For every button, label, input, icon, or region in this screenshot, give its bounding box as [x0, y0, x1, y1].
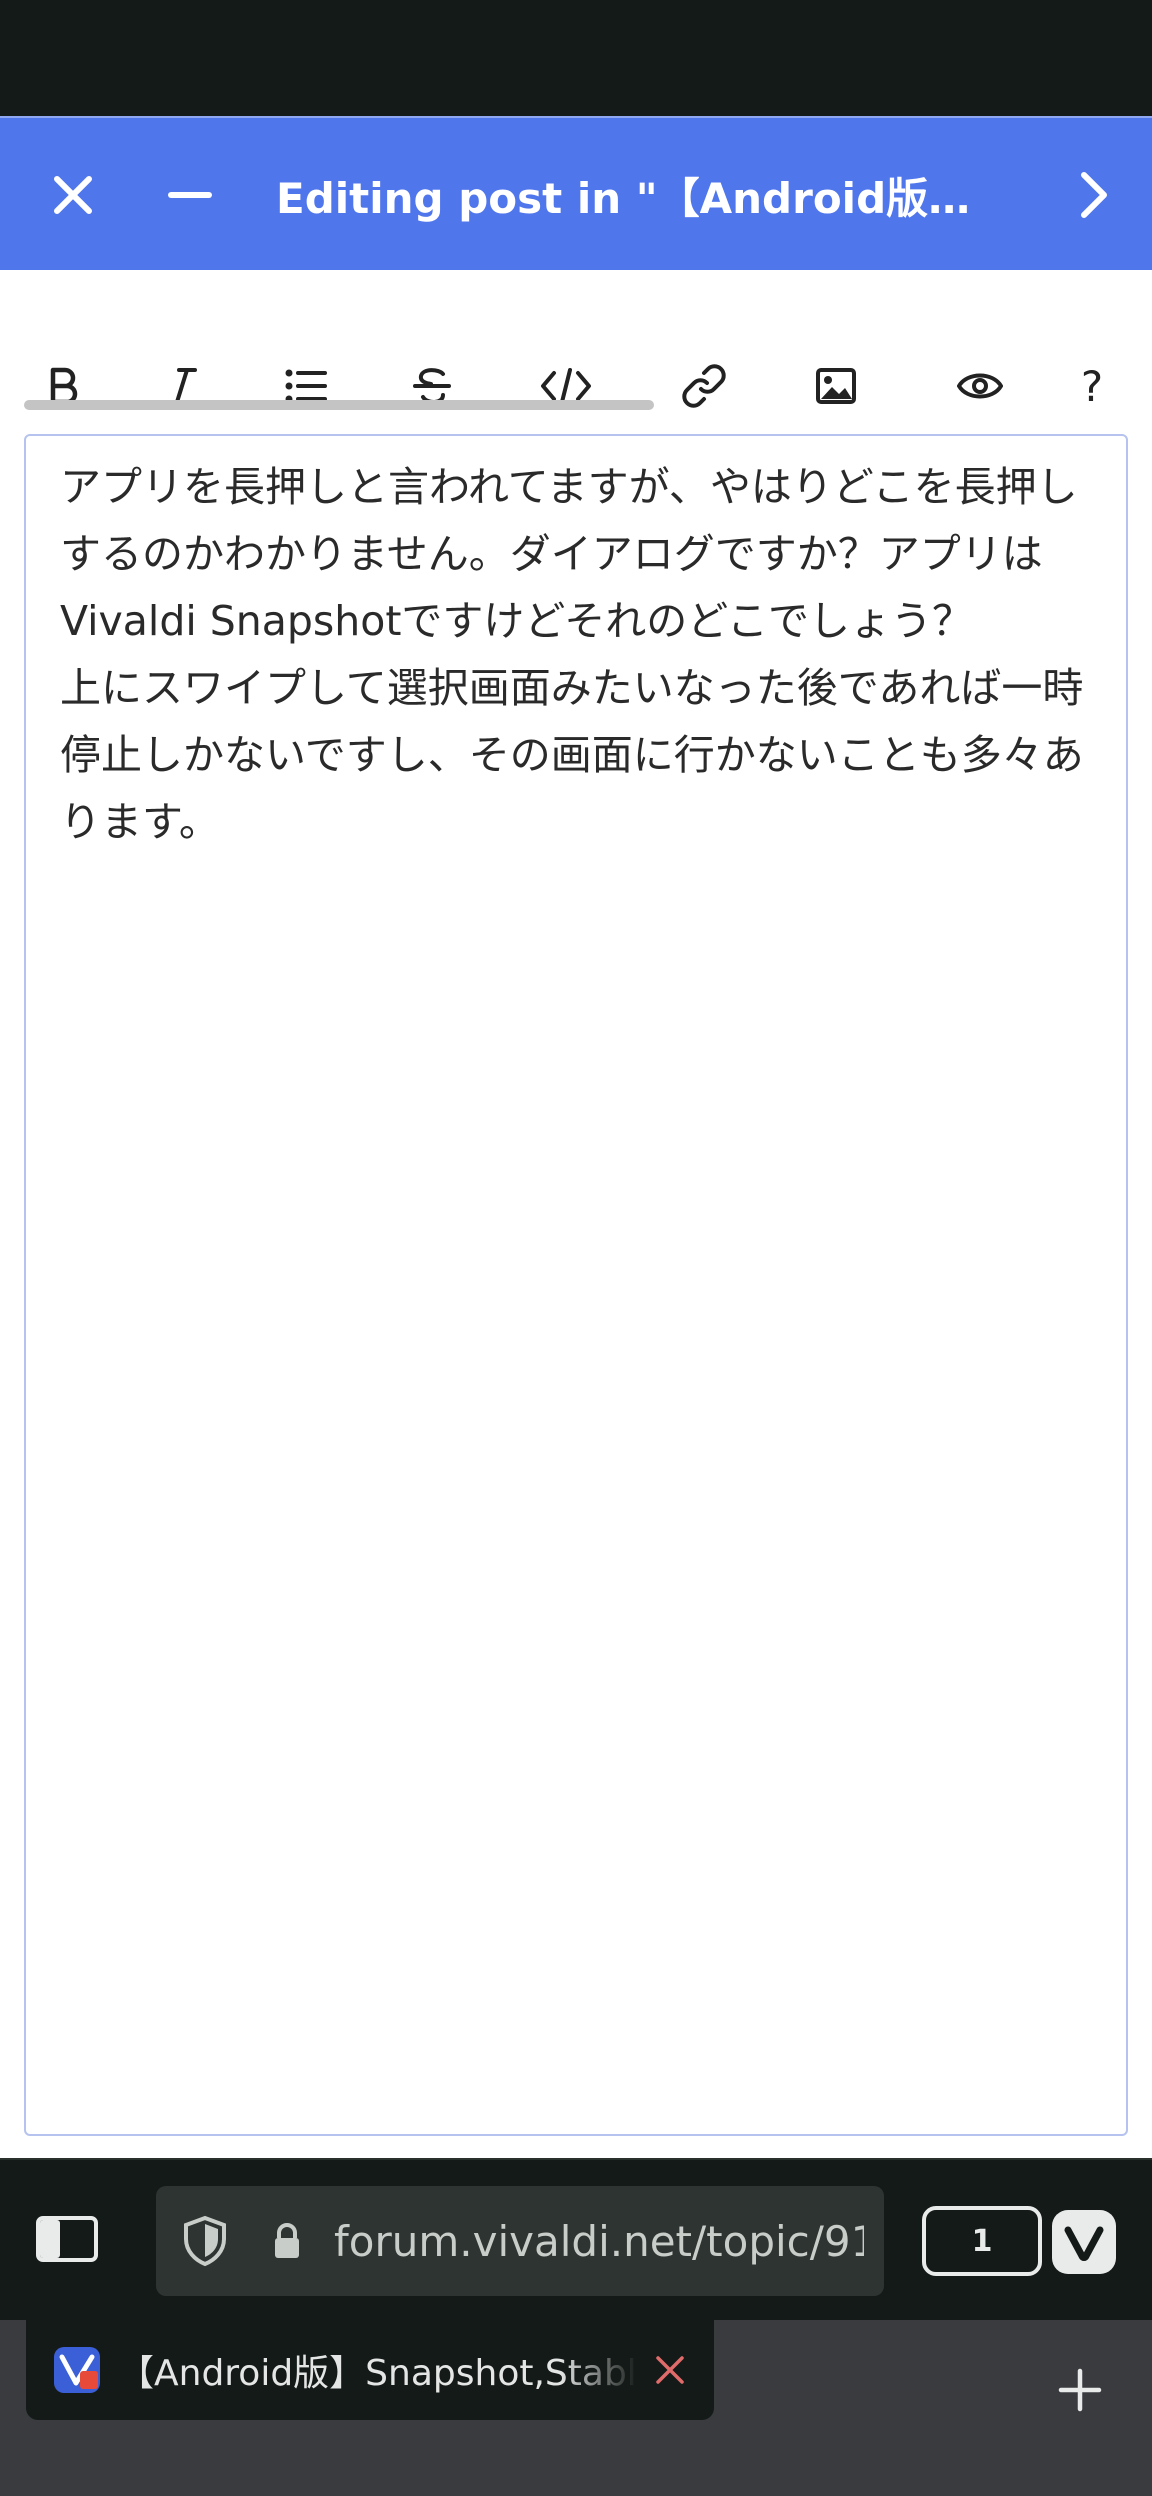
toolbar-scrollbar[interactable] [24, 400, 654, 410]
url-text: forum.vivaldi.net/topic/910 [334, 2216, 864, 2266]
composer-body: ? アプリを長押しと言われてますが、やはりどこを長押しするのかわかりません。ダイ… [0, 270, 1152, 2158]
post-editor-textarea[interactable]: アプリを長押しと言われてますが、やはりどこを長押しするのかわかりません。ダイアロ… [24, 434, 1128, 2136]
minimize-composer-button[interactable] [150, 118, 230, 272]
editor-paragraph: 上にスワイプして選択画面みたいなった後であれば一時停止しかないですし、その画面に… [60, 664, 1084, 846]
code-button[interactable] [528, 336, 604, 436]
close-icon [656, 2356, 684, 2384]
tracker-blocker-button[interactable] [182, 2215, 234, 2267]
composer-header: Editing post in "【Android版】Sna… [0, 116, 1152, 270]
preview-button[interactable] [942, 336, 1018, 436]
tab-title: 【Android版】Snapshot,Stableと [118, 2353, 638, 2394]
italic-button[interactable] [144, 336, 220, 436]
close-icon [54, 176, 92, 214]
list-button[interactable] [268, 336, 344, 436]
panel-toggle-button[interactable] [36, 2216, 98, 2262]
resize-handle[interactable] [1116, 2124, 1124, 2132]
link-button[interactable] [666, 336, 742, 436]
chevron-right-icon [1081, 172, 1107, 218]
image-button[interactable] [798, 336, 874, 436]
close-composer-button[interactable] [36, 118, 110, 272]
minimize-icon [168, 192, 212, 198]
link-icon [682, 364, 726, 408]
help-button[interactable]: ? [1054, 336, 1130, 436]
plus-icon [1058, 2368, 1102, 2412]
help-icon: ? [1080, 361, 1104, 411]
composer-title-text: Editing post in "【Android版】Sna… [276, 173, 996, 223]
browser-tab[interactable]: 【Android版】Snapshot,Stableと [26, 2320, 714, 2420]
tab-count: 1 [971, 2223, 993, 2259]
browser-address-bar: forum.vivaldi.net/topic/910 1 [0, 2158, 1152, 2320]
strikethrough-button[interactable] [394, 336, 470, 436]
editor-paragraph: アプリを長押しと言われてますが、やはりどこを長押しするのかわかりません。ダイアロ… [60, 463, 1078, 645]
bold-button[interactable] [26, 336, 102, 436]
panel-icon [36, 2216, 98, 2262]
lock-icon [272, 2222, 310, 2260]
bulleted-list-icon [285, 369, 327, 403]
tab-close-button[interactable] [648, 2348, 692, 2392]
new-tab-button[interactable] [1050, 2360, 1110, 2420]
formatting-toolbar: ? [0, 336, 1152, 436]
vivaldi-forum-favicon-icon [54, 2347, 100, 2393]
shield-icon [184, 2215, 226, 2267]
eye-icon [957, 373, 1003, 399]
image-icon [816, 368, 856, 404]
url-field[interactable]: forum.vivaldi.net/topic/910 [156, 2186, 884, 2296]
tab-strip: 【Android版】Snapshot,Stableと [0, 2320, 1152, 2496]
expand-composer-button[interactable] [1054, 118, 1134, 272]
status-bar [0, 0, 1152, 116]
composer-title: Editing post in "【Android版】Sna… [276, 118, 996, 272]
vivaldi-menu-button[interactable] [1052, 2210, 1116, 2274]
vivaldi-logo-icon [1052, 2210, 1116, 2274]
tab-switcher-button[interactable]: 1 [922, 2206, 1042, 2276]
